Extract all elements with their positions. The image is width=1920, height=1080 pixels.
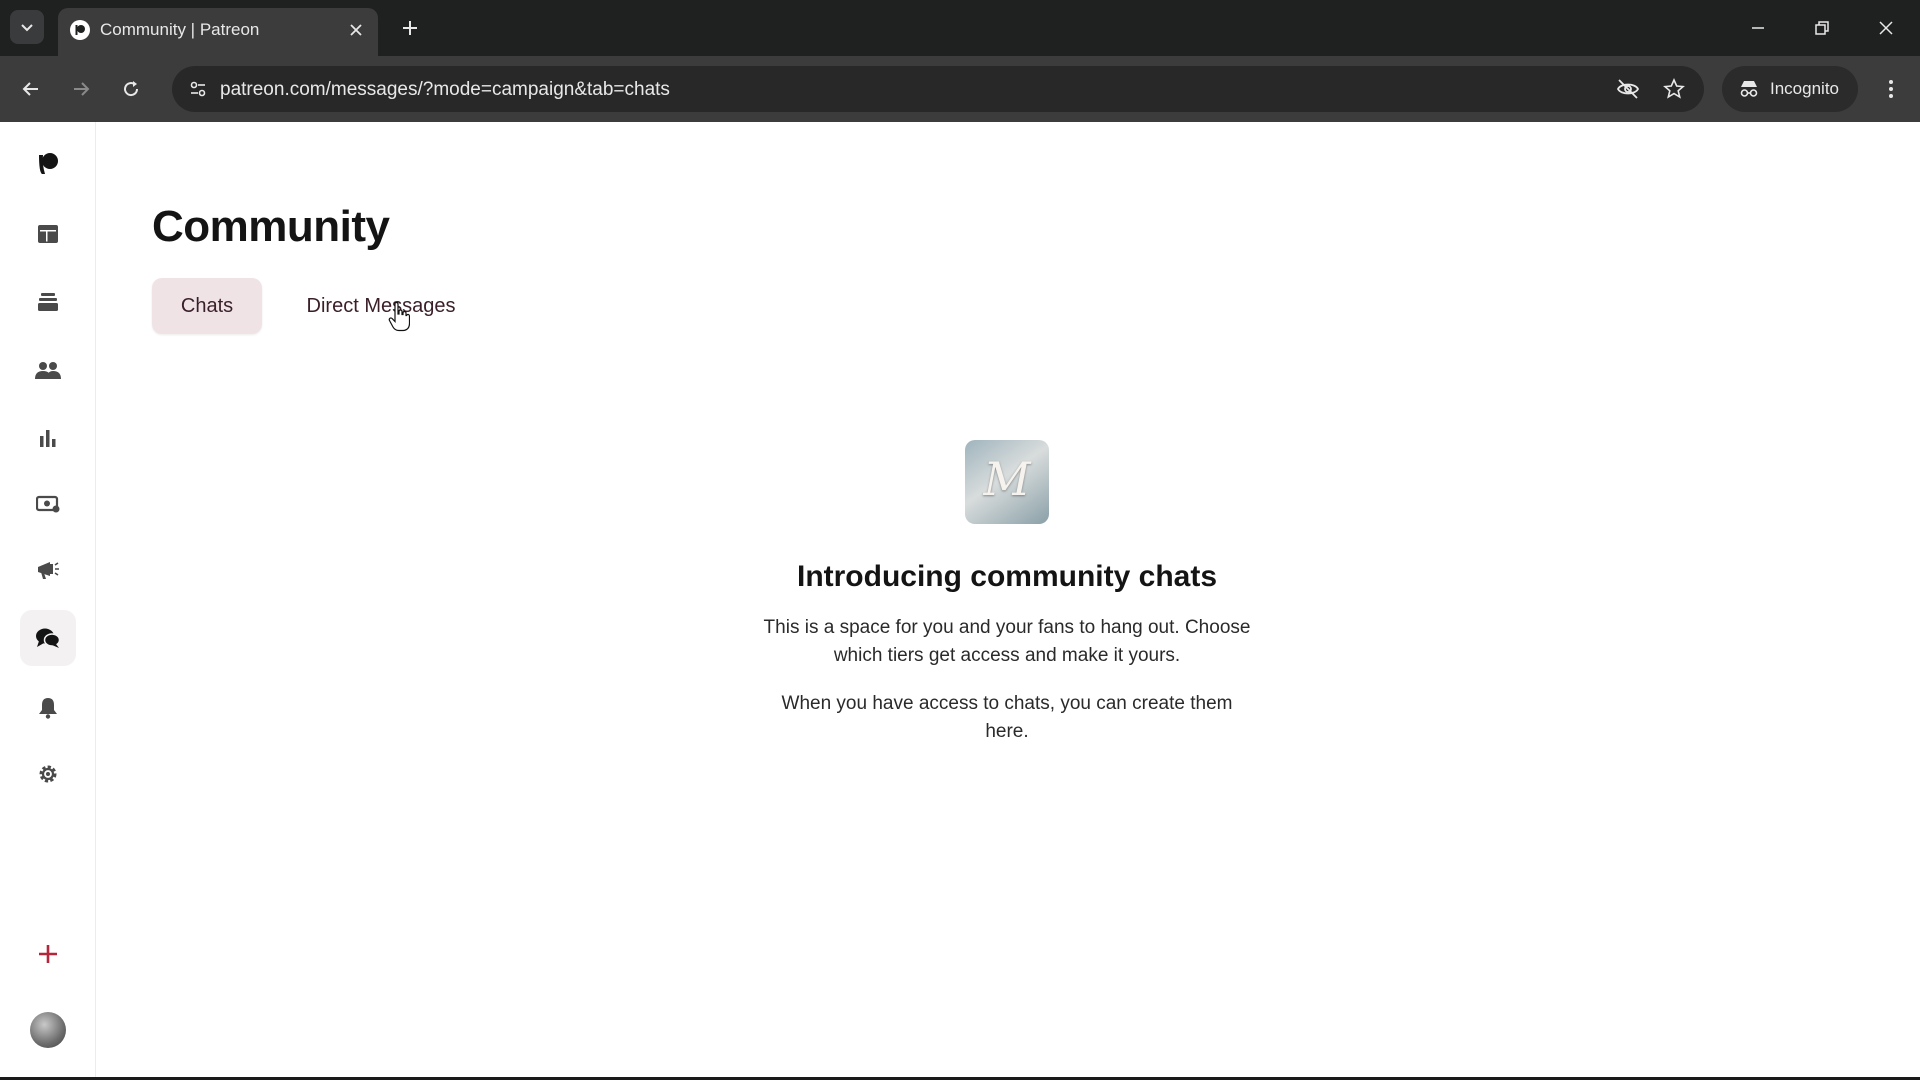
minimize-window-button[interactable] bbox=[1734, 8, 1782, 48]
tab-search-button[interactable] bbox=[10, 10, 44, 44]
plus-icon bbox=[403, 21, 417, 35]
empty-state-access-note: When you have access to chats, you can c… bbox=[781, 693, 1233, 742]
patreon-logo-icon[interactable] bbox=[20, 136, 76, 192]
community-image-letter: M bbox=[983, 452, 1031, 506]
address-bar[interactable]: patreon.com/messages/?mode=campaign&tab=… bbox=[172, 66, 1704, 112]
incognito-indicator[interactable]: Incognito bbox=[1722, 66, 1858, 112]
close-tab-icon[interactable] bbox=[344, 18, 368, 42]
promotions-icon[interactable] bbox=[20, 542, 76, 598]
insights-icon[interactable] bbox=[20, 410, 76, 466]
avatar[interactable] bbox=[30, 1012, 66, 1048]
hand-cursor-icon bbox=[388, 302, 410, 332]
close-window-button[interactable] bbox=[1862, 8, 1910, 48]
reload-icon[interactable] bbox=[112, 70, 150, 108]
tab-title: Community | Patreon bbox=[100, 20, 260, 39]
incognito-icon bbox=[1740, 81, 1758, 97]
empty-state-description: This is a space for you and your fans to… bbox=[763, 617, 1251, 666]
eye-off-icon[interactable] bbox=[1612, 73, 1644, 105]
back-arrow-icon[interactable] bbox=[12, 70, 50, 108]
page-title: Community bbox=[152, 202, 390, 251]
site-info-icon[interactable] bbox=[182, 73, 214, 105]
browser-menu-icon[interactable] bbox=[1872, 70, 1910, 108]
incognito-label: Incognito bbox=[1770, 79, 1839, 98]
app-content: Community Chats Direct Messages M Introd… bbox=[0, 122, 1920, 1077]
forward-arrow-icon[interactable] bbox=[62, 70, 100, 108]
patreon-favicon-icon bbox=[70, 20, 90, 40]
create-plus-icon[interactable] bbox=[20, 926, 76, 982]
restore-window-button[interactable] bbox=[1798, 8, 1846, 48]
sidebar bbox=[0, 122, 96, 1077]
notifications-bell-icon[interactable] bbox=[20, 680, 76, 736]
tab-direct-messages[interactable]: Direct Messages bbox=[278, 278, 484, 334]
empty-state-heading: Introducing community chats bbox=[796, 560, 1218, 593]
new-tab-button[interactable] bbox=[394, 12, 426, 44]
community-image: M bbox=[965, 440, 1049, 524]
browser-tab-active[interactable]: Community | Patreon bbox=[58, 8, 378, 56]
audience-icon[interactable] bbox=[20, 342, 76, 398]
browser-toolbar: patreon.com/messages/?mode=campaign&tab=… bbox=[0, 56, 1920, 122]
bookmark-star-icon[interactable] bbox=[1658, 73, 1690, 105]
tab-chats[interactable]: Chats bbox=[152, 278, 262, 334]
dashboard-icon[interactable] bbox=[20, 206, 76, 262]
url-text[interactable]: patreon.com/messages/?mode=campaign&tab=… bbox=[220, 79, 670, 101]
chevron-down-icon bbox=[21, 24, 33, 32]
empty-state: M Introducing community chats This is a … bbox=[707, 440, 1307, 746]
library-icon[interactable] bbox=[20, 274, 76, 330]
payouts-icon[interactable] bbox=[20, 476, 76, 532]
community-chat-icon[interactable] bbox=[20, 610, 76, 666]
browser-tabstrip: Community | Patreon bbox=[0, 0, 1920, 56]
settings-gear-icon[interactable] bbox=[20, 746, 76, 802]
